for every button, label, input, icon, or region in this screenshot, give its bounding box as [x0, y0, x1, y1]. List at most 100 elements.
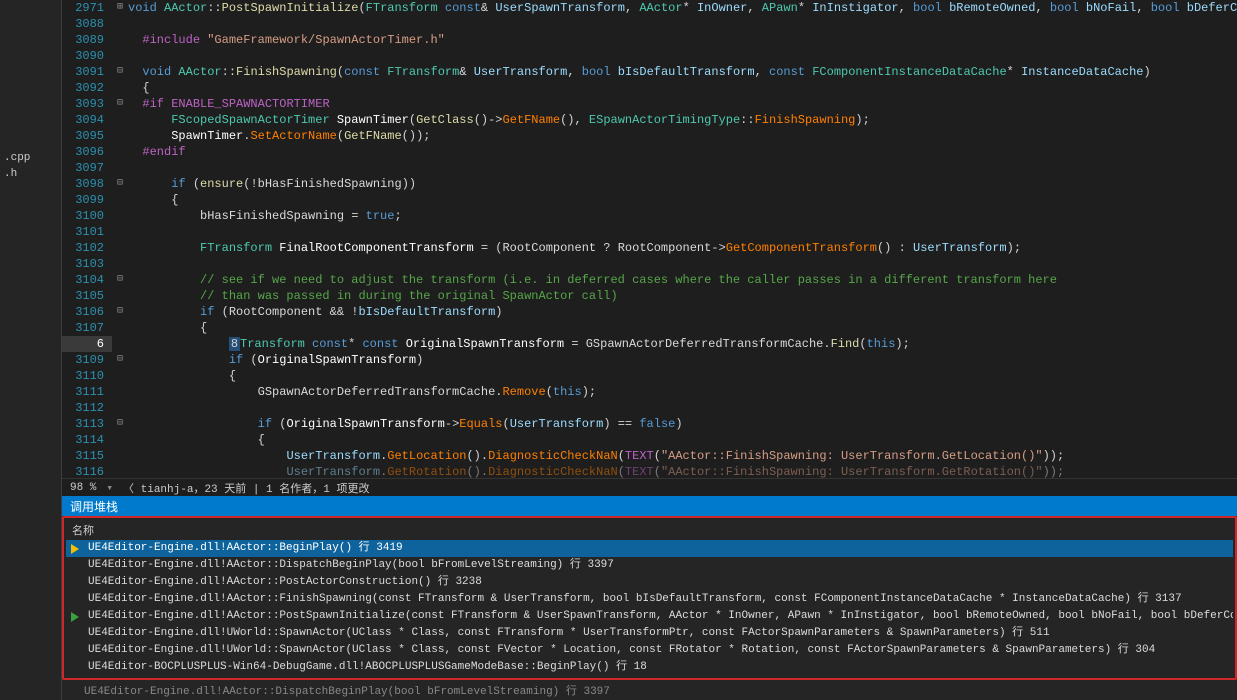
- line-number: 2971: [62, 0, 112, 16]
- fold-toggle[interactable]: ⊟: [112, 272, 128, 288]
- code-line[interactable]: 3094 FScopedSpawnActorTimer SpawnTimer(G…: [62, 112, 1237, 128]
- fold-toggle: [112, 432, 128, 448]
- line-number: 3099: [62, 192, 112, 208]
- line-number: 6: [62, 336, 112, 352]
- code-line[interactable]: 3099 {: [62, 192, 1237, 208]
- code-content: 8Transform const* const OriginalSpawnTra…: [128, 336, 1237, 352]
- fold-toggle: [112, 208, 128, 224]
- line-number: 3102: [62, 240, 112, 256]
- line-number: 3101: [62, 224, 112, 240]
- line-number: 3094: [62, 112, 112, 128]
- code-content: {: [128, 192, 1237, 208]
- fold-toggle: [112, 464, 128, 478]
- code-line[interactable]: 3115 UserTransform.GetLocation().Diagnos…: [62, 448, 1237, 464]
- code-line[interactable]: 2971⊞void AActor::PostSpawnInitialize(FT…: [62, 0, 1237, 16]
- code-line[interactable]: 3116 UserTransform.GetRotation().Diagnos…: [62, 464, 1237, 478]
- code-content: // see if we need to adjust the transfor…: [128, 272, 1237, 288]
- callstack-column-name: 名称: [66, 520, 1233, 540]
- fold-toggle: [112, 32, 128, 48]
- code-content: [128, 224, 1237, 240]
- code-content: {: [128, 368, 1237, 384]
- code-line[interactable]: 3110 {: [62, 368, 1237, 384]
- callstack-row[interactable]: UE4Editor-Engine.dll!UWorld::SpawnActor(…: [66, 642, 1233, 659]
- fold-toggle: [112, 384, 128, 400]
- zoom-level[interactable]: 98 %: [70, 482, 96, 494]
- line-number: 3109: [62, 352, 112, 368]
- code-line[interactable]: 3107 {: [62, 320, 1237, 336]
- fold-toggle[interactable]: ⊟: [112, 176, 128, 192]
- callstack-panel-header[interactable]: 调用堆栈: [62, 496, 1237, 516]
- code-line[interactable]: 6 8Transform const* const OriginalSpawnT…: [62, 336, 1237, 352]
- callstack-row[interactable]: UE4Editor-BOCPLUSPLUS-Win64-DebugGame.dl…: [66, 659, 1233, 676]
- sidebar-file[interactable]: .cpp: [0, 150, 61, 166]
- callstack-frame-text: UE4Editor-Engine.dll!AActor::BeginPlay()…: [88, 542, 403, 554]
- code-line[interactable]: 3091⊟ void AActor::FinishSpawning(const …: [62, 64, 1237, 80]
- fold-toggle: [112, 336, 128, 352]
- line-number: 3107: [62, 320, 112, 336]
- fold-toggle[interactable]: ⊟: [112, 416, 128, 432]
- fold-toggle: [112, 240, 128, 256]
- callstack-row[interactable]: UE4Editor-Engine.dll!AActor::DispatchBeg…: [66, 557, 1233, 574]
- code-content: void AActor::PostSpawnInitialize(FTransf…: [128, 0, 1237, 16]
- main-area: 2971⊞void AActor::PostSpawnInitialize(FT…: [62, 0, 1237, 700]
- line-number: 3091: [62, 64, 112, 80]
- line-number: 3106: [62, 304, 112, 320]
- code-content: [128, 400, 1237, 416]
- code-line[interactable]: 3101: [62, 224, 1237, 240]
- fold-toggle[interactable]: ⊟: [112, 352, 128, 368]
- code-line[interactable]: 3113⊟ if (OriginalSpawnTransform->Equals…: [62, 416, 1237, 432]
- callstack-row[interactable]: UE4Editor-Engine.dll!UWorld::SpawnActor(…: [66, 625, 1233, 642]
- code-line[interactable]: 3098⊟ if (ensure(!bHasFinishedSpawning)): [62, 176, 1237, 192]
- code-line[interactable]: 3109⊟ if (OriginalSpawnTransform): [62, 352, 1237, 368]
- callstack-row[interactable]: UE4Editor-Engine.dll!AActor::BeginPlay()…: [66, 540, 1233, 557]
- callstack-frame-text: UE4Editor-BOCPLUSPLUS-Win64-DebugGame.dl…: [88, 661, 647, 673]
- code-line[interactable]: 3104⊟ // see if we need to adjust the tr…: [62, 272, 1237, 288]
- active-frame-icon: [68, 609, 82, 623]
- code-content: {: [128, 432, 1237, 448]
- line-number: 3090: [62, 48, 112, 64]
- code-line[interactable]: 3088: [62, 16, 1237, 32]
- code-editor[interactable]: 2971⊞void AActor::PostSpawnInitialize(FT…: [62, 0, 1237, 478]
- code-line[interactable]: 3114 {: [62, 432, 1237, 448]
- callstack-row[interactable]: UE4Editor-Engine.dll!AActor::FinishSpawn…: [66, 591, 1233, 608]
- line-number: 3116: [62, 464, 112, 478]
- code-line[interactable]: 3097: [62, 160, 1237, 176]
- line-number: 3097: [62, 160, 112, 176]
- code-line[interactable]: 3090: [62, 48, 1237, 64]
- code-line[interactable]: 3111 GSpawnActorDeferredTransformCache.R…: [62, 384, 1237, 400]
- code-line[interactable]: 3102 FTransform FinalRootComponentTransf…: [62, 240, 1237, 256]
- line-number: 3088: [62, 16, 112, 32]
- line-number: 3105: [62, 288, 112, 304]
- code-line[interactable]: 3095 SpawnTimer.SetActorName(GetFName())…: [62, 128, 1237, 144]
- code-content: GSpawnActorDeferredTransformCache.Remove…: [128, 384, 1237, 400]
- callstack-extra-row[interactable]: UE4Editor-Engine.dll!AActor::DispatchBeg…: [62, 680, 1237, 700]
- fold-toggle[interactable]: ⊟: [112, 64, 128, 80]
- code-line[interactable]: 3106⊟ if (RootComponent && !bIsDefaultTr…: [62, 304, 1237, 320]
- code-line[interactable]: 3103: [62, 256, 1237, 272]
- fold-toggle: [112, 112, 128, 128]
- fold-toggle: [112, 224, 128, 240]
- code-line[interactable]: 3089 #include "GameFramework/SpawnActorT…: [62, 32, 1237, 48]
- fold-toggle: [112, 320, 128, 336]
- code-line[interactable]: 3112: [62, 400, 1237, 416]
- line-number: 3111: [62, 384, 112, 400]
- fold-toggle: [112, 160, 128, 176]
- fold-toggle[interactable]: ⊟: [112, 304, 128, 320]
- code-line[interactable]: 3105 // than was passed in during the or…: [62, 288, 1237, 304]
- code-line[interactable]: 3096 #endif: [62, 144, 1237, 160]
- line-number: 3093: [62, 96, 112, 112]
- callstack-row[interactable]: UE4Editor-Engine.dll!AActor::PostSpawnIn…: [66, 608, 1233, 625]
- code-content: {: [128, 80, 1237, 96]
- fold-toggle[interactable]: ⊟: [112, 96, 128, 112]
- line-number: 3114: [62, 432, 112, 448]
- code-content: void AActor::FinishSpawning(const FTrans…: [128, 64, 1237, 80]
- blame-info: 〈 tianhj-a，23 天前 | 1 名作者，1 项更改: [123, 480, 369, 496]
- code-line[interactable]: 3093⊟ #if ENABLE_SPAWNACTORTIMER: [62, 96, 1237, 112]
- fold-toggle[interactable]: ⊞: [112, 0, 128, 16]
- code-line[interactable]: 3100 bHasFinishedSpawning = true;: [62, 208, 1237, 224]
- callstack-row[interactable]: UE4Editor-Engine.dll!AActor::PostActorCo…: [66, 574, 1233, 591]
- sidebar-file[interactable]: .h: [0, 166, 61, 182]
- current-frame-icon: [68, 541, 82, 555]
- code-line[interactable]: 3092 {: [62, 80, 1237, 96]
- fold-toggle: [112, 400, 128, 416]
